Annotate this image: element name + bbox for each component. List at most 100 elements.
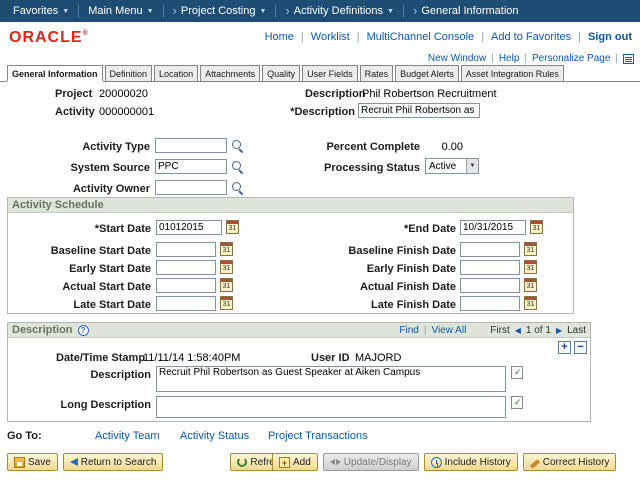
project-value: 20000020 <box>99 88 148 100</box>
worklist-link[interactable]: Worklist <box>311 31 350 43</box>
separator: | <box>491 53 494 64</box>
actual-start-date-input[interactable] <box>156 278 216 293</box>
tab-rates[interactable]: Rates <box>359 65 394 81</box>
tab-attachments[interactable]: Attachments <box>200 65 261 81</box>
activity-owner-lookup-icon[interactable] <box>231 181 244 194</box>
breadcrumb-main-menu[interactable]: Main Menu ▼ <box>79 4 164 18</box>
description-textarea[interactable]: Recruit Phil Robertson as Guest Speaker … <box>156 366 506 392</box>
breadcrumb-general-information[interactable]: › General Information <box>404 4 528 18</box>
delete-row-button[interactable] <box>574 341 587 354</box>
project-transactions-link[interactable]: Project Transactions <box>268 430 368 442</box>
late-start-date-input[interactable] <box>156 296 216 311</box>
breadcrumb-favorites[interactable]: Favorites ▼ <box>4 4 80 18</box>
correct-history-icon <box>529 459 540 469</box>
description-section: Description Find | View All First 1 of 1… <box>7 322 591 422</box>
actual-start-date-label: Actual Start Date <box>62 281 151 293</box>
early-finish-calendar-icon[interactable] <box>524 260 537 274</box>
include-history-button[interactable]: Include History <box>423 453 518 471</box>
return-to-search-button[interactable]: Return to Search <box>62 453 164 471</box>
datetime-stamp-value: 11/11/14 1:58:40PM <box>143 352 241 364</box>
oracle-logo: ORACLE <box>9 29 89 47</box>
long-description-textarea[interactable] <box>156 396 506 418</box>
tab-quality[interactable]: Quality <box>262 65 301 81</box>
toolbar-right: Add Update/Display Include History Corre… <box>272 453 617 471</box>
late-finish-calendar-icon[interactable] <box>524 296 537 310</box>
actual-finish-date-input[interactable] <box>460 278 520 293</box>
add-to-favorites-link[interactable]: Add to Favorites <box>491 31 571 43</box>
chevron-down-icon: ▼ <box>62 7 70 15</box>
add-icon <box>279 456 290 468</box>
include-history-label: Include History <box>444 456 511 468</box>
description-header: Description Find | View All First 1 of 1… <box>8 323 590 338</box>
next-row-icon[interactable] <box>556 326 562 335</box>
start-date-input[interactable] <box>156 220 222 235</box>
separator: | <box>615 53 618 64</box>
end-date-label: *End Date <box>404 223 456 235</box>
correct-history-button[interactable]: Correct History <box>522 453 617 471</box>
actual-finish-calendar-icon[interactable] <box>524 278 537 292</box>
save-icon <box>14 456 25 468</box>
baseline-finish-date-input[interactable] <box>460 242 520 257</box>
update-display-icon <box>329 457 341 468</box>
late-finish-date-input[interactable] <box>460 296 520 311</box>
add-row-button[interactable] <box>558 341 571 354</box>
tab-asset-integration-rules[interactable]: Asset Integration Rules <box>460 65 564 81</box>
activity-description-input[interactable] <box>358 103 480 118</box>
tab-general-information[interactable]: General Information <box>7 65 103 81</box>
baseline-start-calendar-icon[interactable] <box>220 242 233 256</box>
late-start-date-label: Late Start Date <box>73 299 151 311</box>
chevron-down-icon: ▼ <box>259 7 267 15</box>
view-all-link[interactable]: View All <box>431 325 466 336</box>
tab-definition[interactable]: Definition <box>104 65 153 81</box>
first-label: First <box>490 324 510 336</box>
project-label: Project <box>55 88 93 100</box>
early-start-date-input[interactable] <box>156 260 216 275</box>
spell-check-icon[interactable] <box>511 366 523 379</box>
home-link[interactable]: Home <box>265 31 294 43</box>
system-source-input[interactable] <box>155 159 227 174</box>
find-link[interactable]: Find <box>399 325 418 336</box>
update-display-button[interactable]: Update/Display <box>322 453 419 471</box>
save-button[interactable]: Save <box>7 453 58 471</box>
baseline-start-date-input[interactable] <box>156 242 216 257</box>
previous-row-icon[interactable] <box>515 326 521 335</box>
early-finish-date-input[interactable] <box>460 260 520 275</box>
breadcrumb-activity-definitions[interactable]: › Activity Definitions ▼ <box>276 4 404 18</box>
activity-value: 000000001 <box>99 106 155 118</box>
start-date-calendar-icon[interactable] <box>226 220 239 234</box>
project-description-value: Phil Robertson Recruitment <box>362 88 497 100</box>
breadcrumb-label: Project Costing <box>180 5 256 17</box>
tab-budget-alerts[interactable]: Budget Alerts <box>395 65 459 81</box>
end-date-calendar-icon[interactable] <box>530 220 543 234</box>
new-window-link[interactable]: New Window <box>428 53 486 64</box>
early-start-calendar-icon[interactable] <box>220 260 233 274</box>
spell-check-icon[interactable] <box>511 396 523 409</box>
late-start-calendar-icon[interactable] <box>220 296 233 310</box>
processing-status-value: Active <box>429 160 457 172</box>
datetime-stamp-label: Date/Time Stamp <box>56 352 146 364</box>
system-source-lookup-icon[interactable] <box>231 160 244 173</box>
activity-owner-input[interactable] <box>155 180 227 195</box>
grid-action-bar: Find | View All First 1 of 1 Last <box>399 325 586 336</box>
copy-url-icon[interactable] <box>623 53 634 64</box>
processing-status-select[interactable]: Active <box>425 158 479 174</box>
help-icon[interactable] <box>77 324 89 336</box>
processing-status-label: Processing Status <box>324 162 420 174</box>
personalize-page-link[interactable]: Personalize Page <box>532 53 610 64</box>
tab-user-fields[interactable]: User Fields <box>302 65 358 81</box>
tab-location[interactable]: Location <box>154 65 199 81</box>
sign-out-link[interactable]: Sign out <box>588 31 632 43</box>
multichannel-console-link[interactable]: MultiChannel Console <box>367 31 475 43</box>
separator: | <box>578 31 581 43</box>
add-button[interactable]: Add <box>272 453 318 471</box>
baseline-finish-calendar-icon[interactable] <box>524 242 537 256</box>
breadcrumb-label: Favorites <box>13 5 59 17</box>
activity-type-lookup-icon[interactable] <box>231 139 244 152</box>
activity-team-link[interactable]: Activity Team <box>95 430 160 442</box>
activity-type-input[interactable] <box>155 138 227 153</box>
end-date-input[interactable] <box>460 220 526 235</box>
activity-status-link[interactable]: Activity Status <box>180 430 249 442</box>
breadcrumb-project-costing[interactable]: › Project Costing ▼ <box>164 4 277 18</box>
actual-start-calendar-icon[interactable] <box>220 278 233 292</box>
help-link[interactable]: Help <box>499 53 520 64</box>
